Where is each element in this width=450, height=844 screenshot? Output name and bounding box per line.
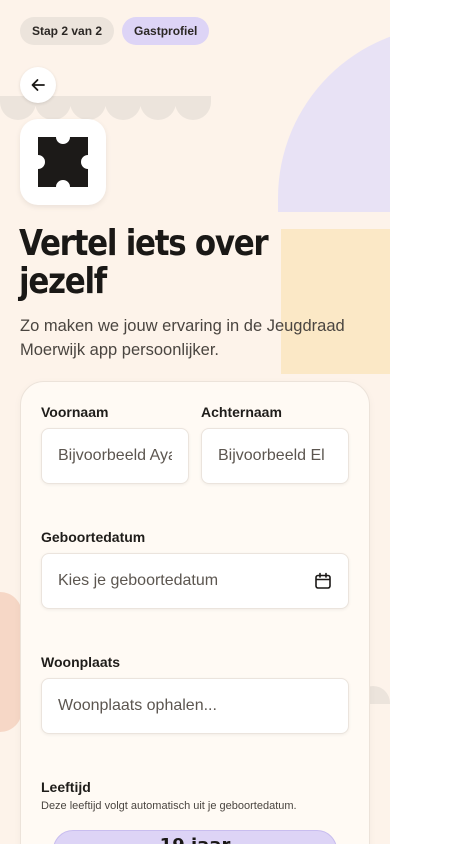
- last-name-label: Achternaam: [201, 404, 282, 420]
- last-name-field[interactable]: Bijvoorbeeld El: [201, 428, 349, 484]
- status-chips: Stap 2 van 2 Gastprofiel: [20, 17, 210, 45]
- onboarding-page: Stap 2 van 2 Gastprofiel Vertel iets ove…: [0, 0, 390, 844]
- app-logo: [20, 119, 106, 205]
- page-subtitle: Zo maken we jouw ervaring in de Jeugdraa…: [20, 317, 345, 359]
- age-value-pill: 19 jaar: [53, 830, 337, 844]
- decorative-pink-shape: [0, 592, 22, 732]
- birthdate-label: Geboortedatum: [41, 529, 146, 545]
- pinwheel-logo-icon: [38, 137, 88, 187]
- age-label: Leeftijd: [41, 779, 91, 795]
- city-placeholder: Woonplaats ophalen...: [58, 697, 217, 714]
- arrow-left-icon: [31, 79, 45, 91]
- city-field[interactable]: Woonplaats ophalen...: [41, 678, 349, 734]
- last-name-placeholder: Bijvoorbeeld El: [218, 447, 325, 464]
- first-name-field[interactable]: Bijvoorbeeld Ayaan: [41, 428, 189, 484]
- birthdate-placeholder: Kies je geboortedatum: [58, 572, 219, 589]
- age-value: 19 jaar: [160, 835, 231, 844]
- age-hint: Deze leeftijd volgt automatisch uit je g…: [41, 800, 297, 812]
- birthdate-field[interactable]: Kies je geboortedatum: [41, 553, 349, 609]
- first-name-placeholder: Bijvoorbeeld Ayaan: [58, 447, 172, 464]
- page-title: Vertel iets over jezelf: [19, 223, 269, 302]
- step-chip: Stap 2 van 2: [20, 17, 115, 45]
- guest-profile-chip: Gastprofiel: [122, 17, 210, 45]
- back-button[interactable]: [20, 67, 56, 103]
- decorative-purple-shape: [278, 26, 390, 212]
- calendar-icon[interactable]: [314, 572, 332, 590]
- profile-form-card: Voornaam Bijvoorbeeld Ayaan Achternaam B…: [20, 381, 370, 844]
- first-name-label: Voornaam: [41, 404, 109, 420]
- city-label: Woonplaats: [41, 654, 121, 670]
